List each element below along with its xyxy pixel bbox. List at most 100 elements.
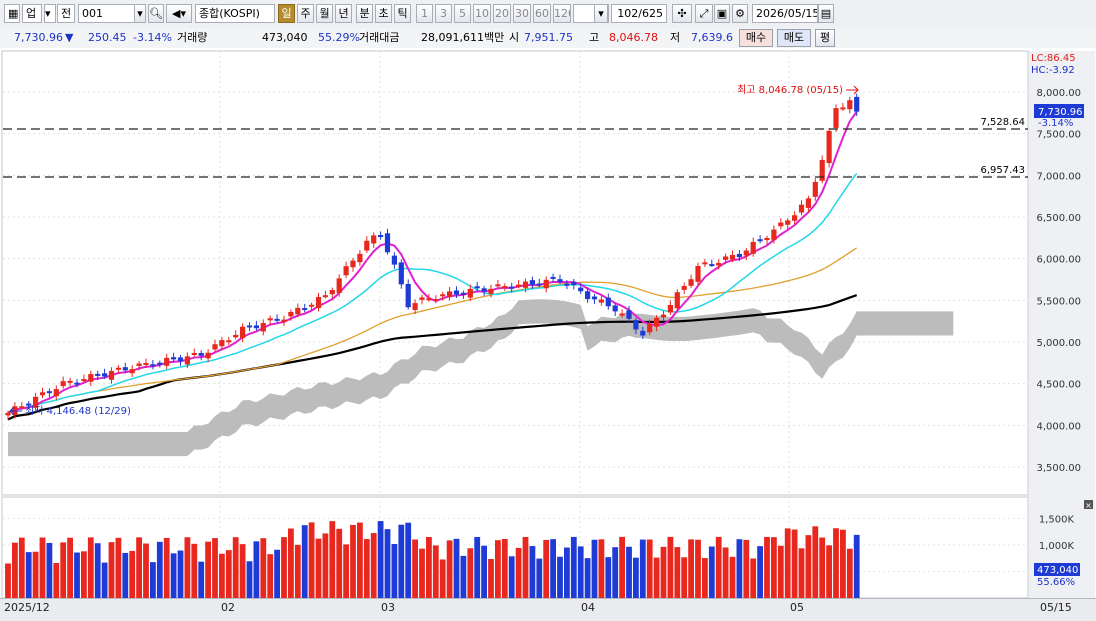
candle-body — [833, 108, 839, 128]
volume-bar — [260, 538, 267, 598]
calendar-icon[interactable]: ▤ — [818, 4, 834, 23]
step-1-button[interactable]: 1 — [416, 4, 433, 23]
step-60-button[interactable]: 60 — [533, 4, 551, 23]
step-120-button[interactable]: 120 — [553, 4, 571, 23]
date-label-mar: 03 — [381, 601, 395, 614]
candle-body — [681, 286, 687, 290]
candle-body — [557, 279, 563, 282]
volume-bar — [488, 559, 494, 598]
save-icon[interactable]: ▣ — [714, 4, 730, 23]
step-20-button[interactable]: 20 — [493, 4, 511, 23]
code-input[interactable]: 001 — [78, 4, 136, 23]
step-3-button[interactable]: 3 — [435, 4, 452, 23]
volume-bar — [308, 522, 315, 598]
volume-bar — [301, 525, 308, 598]
candle-body — [709, 264, 715, 267]
volume-bar — [12, 542, 18, 598]
candle-body — [253, 325, 259, 329]
candle-body — [495, 284, 501, 287]
sell-button[interactable]: 매도 — [777, 29, 811, 47]
candle-body — [288, 311, 294, 317]
volume-bar — [74, 552, 80, 598]
volume-bar — [784, 528, 791, 598]
price-chart[interactable]: 8,000.00 7,500.00 7,000.00 6,500.00 6,000.00… — [0, 48, 1096, 620]
candle-body — [274, 318, 280, 321]
market-select[interactable]: 업 — [22, 4, 42, 23]
code-dropdown-icon[interactable]: ▾ — [134, 4, 146, 23]
step-5-button[interactable]: 5 — [454, 4, 471, 23]
candle-body — [612, 305, 618, 312]
volume-value: 473,040 — [262, 31, 308, 44]
candle-body — [191, 353, 197, 356]
low-value: 7,639.6 — [691, 31, 733, 44]
high-value: 8,046.78 — [609, 31, 658, 44]
volume-bar — [225, 550, 232, 598]
candle-body — [405, 283, 411, 308]
volume-bar — [626, 546, 632, 598]
candle-body — [205, 352, 211, 359]
volume-bar — [212, 538, 218, 598]
candle-body — [378, 235, 384, 238]
volume-bar — [177, 550, 184, 598]
candle-body — [723, 256, 729, 260]
draw-tool-icon[interactable]: ⤢ — [695, 4, 713, 23]
volume-bar — [143, 543, 149, 598]
candle-body — [60, 381, 66, 387]
volume-bar — [150, 562, 156, 598]
volume-bar — [515, 547, 522, 598]
volume-bar — [826, 545, 832, 598]
volume-bar — [156, 541, 163, 598]
candle-body — [626, 310, 632, 319]
period-month-button[interactable]: 월 — [316, 4, 333, 23]
step-30-button[interactable]: 30 — [513, 4, 531, 23]
volume-bar — [239, 544, 246, 598]
candle-body — [702, 262, 708, 265]
candle-body — [460, 292, 466, 295]
period-tick-button[interactable]: 틱 — [394, 4, 411, 23]
volume-bar — [170, 553, 177, 598]
period-year-button[interactable]: 년 — [335, 4, 352, 23]
step-10-button[interactable]: 10 — [473, 4, 491, 23]
volume-bar — [660, 546, 667, 598]
candle-body — [467, 288, 473, 298]
volume-pct-tag: 55.66% — [1037, 577, 1075, 588]
candle-body — [391, 255, 397, 265]
volume-bar — [846, 548, 853, 598]
search-icon[interactable]: 🔍︎ — [148, 4, 164, 23]
y-tick-label: 5,000.00 — [1036, 338, 1081, 349]
date-input[interactable]: 2026/05/15 — [752, 4, 818, 23]
period-second-button[interactable]: 초 — [375, 4, 392, 23]
volume-bar — [315, 538, 322, 598]
volume-bar — [426, 536, 432, 598]
period-day-button[interactable]: 일 — [278, 4, 295, 23]
date-label-right: 05/15 — [1040, 601, 1072, 614]
volume-bar — [598, 539, 605, 598]
volume-bar — [522, 536, 529, 598]
volume-bar — [791, 529, 798, 598]
gear-icon[interactable]: ⚙ — [732, 4, 748, 23]
grid-icon[interactable]: ▦ — [4, 4, 20, 23]
volume-bar — [805, 535, 812, 598]
candle-body — [605, 297, 611, 307]
volume-bar — [819, 537, 826, 598]
speaker-icon[interactable]: ◀▾ — [166, 4, 192, 23]
candle-body — [516, 284, 522, 287]
candle-body — [212, 344, 218, 350]
eval-button[interactable]: 평 — [815, 29, 835, 47]
candle-body — [826, 130, 832, 164]
change-value: 250.45 — [88, 31, 127, 44]
amount-value: 28,091,611백만 — [421, 31, 505, 44]
candle-body — [536, 283, 542, 286]
volume-bar — [619, 536, 625, 598]
period-minute-button[interactable]: 분 — [356, 4, 373, 23]
candle-body — [309, 304, 315, 307]
date-label-may: 05 — [790, 601, 804, 614]
prev-button[interactable]: 전 — [57, 4, 75, 23]
volume-bar — [322, 533, 329, 598]
volume-bar — [405, 522, 412, 598]
buy-button[interactable]: 매수 — [739, 29, 773, 47]
period-week-button[interactable]: 주 — [297, 4, 314, 23]
chevron-down-icon[interactable]: ▾ — [44, 4, 56, 23]
interval-dropdown-icon[interactable]: ▾ — [594, 4, 608, 23]
indicator-icon[interactable]: ✣ — [672, 4, 692, 23]
